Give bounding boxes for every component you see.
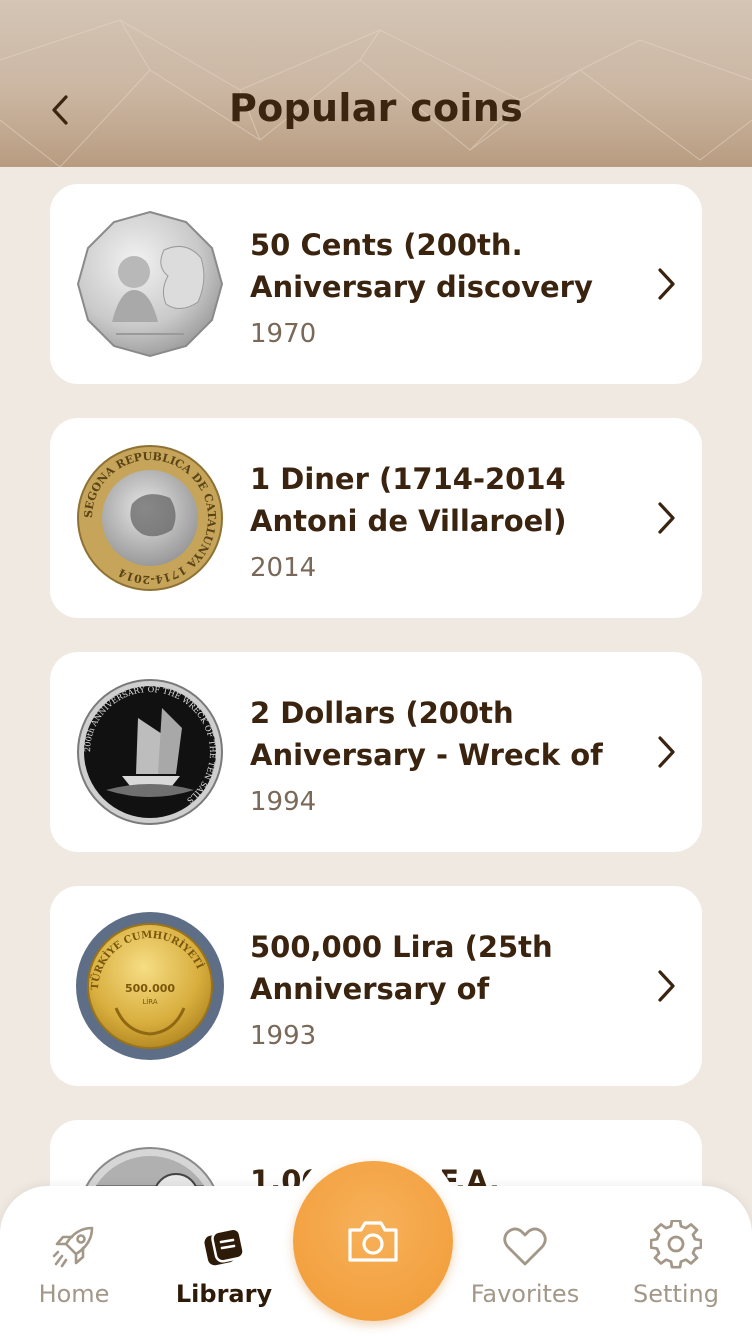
nav-home[interactable]: Home (9, 1214, 139, 1314)
coin-title: 2 Dollars (200th Aniversary - Wreck of (250, 696, 603, 772)
coin-unit-text: LİRA (142, 997, 158, 1006)
coin-title: 1 Diner (1714-2014 Antoni de Villaroel) (250, 462, 567, 538)
library-icon (204, 1227, 245, 1266)
chevron-right-icon (658, 970, 675, 1002)
coin-title: 50 Cents (200th. Aniversary discovery (250, 228, 593, 304)
coin-card[interactable]: SEGONA REPUBLICA DE CATALUNYA 1714-2014 … (50, 418, 702, 618)
coin-image-1-diner: SEGONA REPUBLICA DE CATALUNYA 1714-2014 (77, 445, 223, 591)
chevron-right-icon (658, 736, 675, 768)
chevron-right-icon (658, 268, 675, 300)
coin-image-50-cents (76, 210, 224, 358)
coin-card[interactable]: 200th ANNIVERSARY OF THE WRECK OF THE TE… (50, 652, 702, 852)
nav-library-label: Library (175, 1280, 273, 1308)
page-title: Popular coins (228, 86, 524, 130)
coin-card[interactable]: 50 Cents (200th. Aniversary discovery 19… (50, 184, 702, 384)
coin-year: 1994 (250, 787, 317, 817)
coin-year: 1993 (250, 1021, 317, 1051)
coin-card[interactable]: TÜRKİYE CUMHURİYETİ 500.000 LİRA 500,000… (50, 886, 702, 1086)
coin-year: 1970 (250, 319, 317, 349)
camera-button[interactable] (293, 1161, 453, 1321)
rocket-icon (52, 1226, 94, 1268)
nav-favorites-label: Favorites (470, 1280, 580, 1308)
nav-library[interactable]: Library (159, 1214, 289, 1314)
nav-setting[interactable]: Setting (611, 1214, 741, 1314)
chevron-right-icon (658, 502, 675, 534)
camera-icon (348, 1221, 398, 1262)
coin-value-text: 500.000 (125, 982, 175, 995)
nav-setting-label: Setting (633, 1280, 719, 1308)
coin-image-500000-lira: TÜRKİYE CUMHURİYETİ 500.000 LİRA (76, 912, 224, 1060)
coin-year: 2014 (250, 553, 317, 583)
gear-icon (650, 1220, 702, 1269)
nav-favorites[interactable]: Favorites (460, 1214, 590, 1314)
header: Popular coins (0, 0, 752, 167)
coin-image-2-dollars: 200th ANNIVERSARY OF THE WRECK OF THE TE… (77, 679, 223, 825)
coin-title: 500,000 Lira (25th Anniversary of (250, 930, 553, 1006)
heart-icon (503, 1227, 547, 1266)
header-pattern (0, 19, 752, 167)
nav-home-label: Home (38, 1280, 110, 1308)
